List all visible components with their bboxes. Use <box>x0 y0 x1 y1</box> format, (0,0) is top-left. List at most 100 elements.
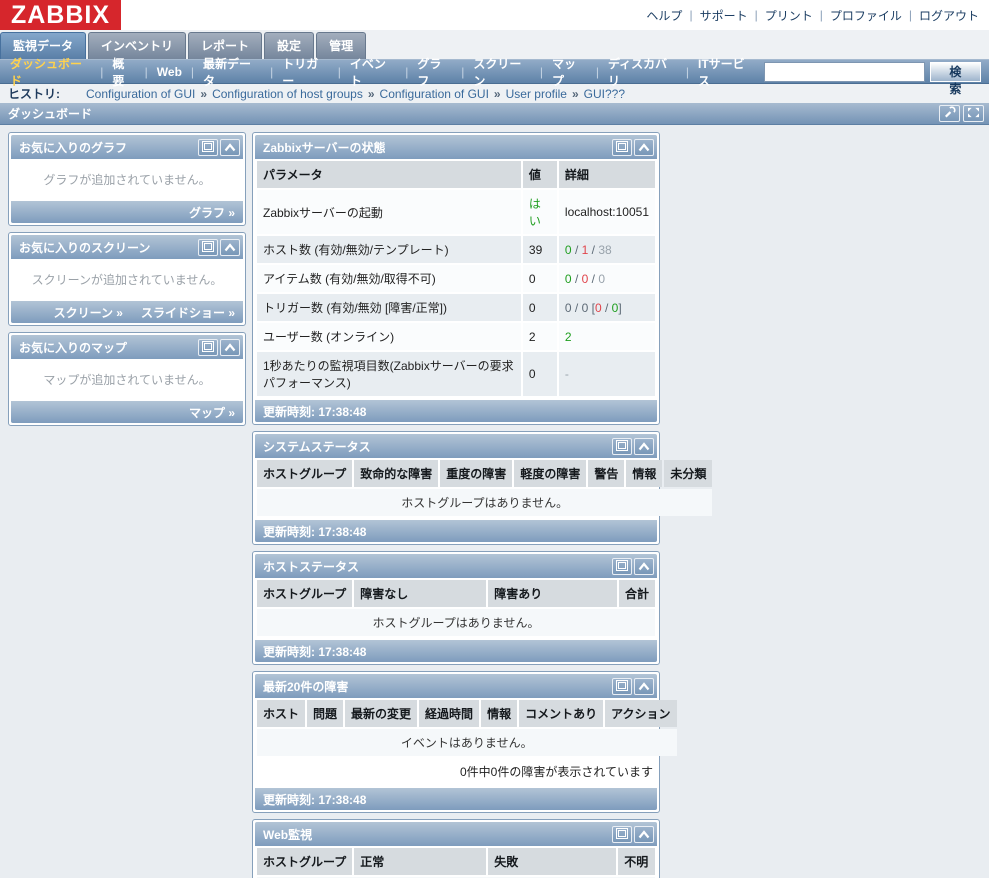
widget-collapse-button[interactable] <box>634 826 654 843</box>
breadcrumb-item[interactable]: Configuration of GUI <box>380 87 489 101</box>
nav-dashboard[interactable]: ダッシュボード <box>8 55 100 89</box>
table-row: イベントはありません。 <box>257 729 677 756</box>
page-title: ダッシュボード <box>8 105 936 122</box>
widget-footer: 更新時刻: 17:38:48 <box>255 520 657 542</box>
search-input[interactable] <box>764 62 925 82</box>
link-print[interactable]: プリント <box>765 7 813 24</box>
fullscreen-button[interactable] <box>963 105 984 122</box>
empty-message: ホストグループはありません。 <box>257 489 712 516</box>
widget-last-issues: 最新20件の障害 ホスト 問題 最新の変更 経過時間 情報 コメントあり <box>252 671 660 813</box>
nav-overview[interactable]: 概要 <box>103 55 144 89</box>
table-row: ホストグループはありません。 <box>257 489 712 516</box>
widget-collapse-button[interactable] <box>220 239 240 256</box>
empty-message: マップが追加されていません。 <box>11 359 243 399</box>
chevron-up-icon <box>638 439 650 454</box>
web-monitoring-table: ホストグループ 正常 失敗 不明 Webシナリオが設定されていません。 <box>255 846 657 878</box>
widget-collapse-button[interactable] <box>220 139 240 156</box>
breadcrumb-item[interactable]: User profile <box>506 87 567 101</box>
top-bar: ZABBIX ヘルプ | サポート | プリント | プロファイル | ログアウ… <box>0 0 989 30</box>
widget-title: お気に入りのグラフ <box>19 139 196 156</box>
zabbix-dashboard-page: ZABBIX ヘルプ | サポート | プリント | プロファイル | ログアウ… <box>0 0 989 878</box>
link-profile[interactable]: プロファイル <box>830 7 902 24</box>
column-header: 経過時間 <box>419 700 479 727</box>
screens-link[interactable]: スクリーン » <box>54 304 123 321</box>
nav-discovery[interactable]: ディスカバリ <box>599 55 686 89</box>
empty-message: スクリーンが追加されていません。 <box>11 259 243 299</box>
widget-menu-button[interactable] <box>612 438 632 455</box>
host-status-table: ホストグループ 障害なし 障害あり 合計 ホストグループはありません。 <box>255 578 657 638</box>
widget-collapse-button[interactable] <box>634 678 654 695</box>
widget-menu-button[interactable] <box>198 139 218 156</box>
page-title-bar: ダッシュボード <box>0 103 989 125</box>
zabbix-logo[interactable]: ZABBIX <box>0 0 121 30</box>
graphs-link[interactable]: グラフ » <box>189 204 235 221</box>
widget-menu-button[interactable] <box>612 139 632 156</box>
slideshows-link[interactable]: スライドショー » <box>141 304 235 321</box>
widget-collapse-button[interactable] <box>634 558 654 575</box>
widget-collapse-button[interactable] <box>220 339 240 356</box>
table-row: ホスト数 (有効/無効/テンプレート) 39 0 / 1 / 38 <box>257 236 655 263</box>
chevron-up-icon <box>638 679 650 694</box>
table-row: ユーザー数 (オンライン) 2 2 <box>257 323 655 350</box>
column-header: 軽度の障害 <box>514 460 586 487</box>
link-support[interactable]: サポート <box>700 7 748 24</box>
breadcrumb-item[interactable]: Configuration of GUI <box>86 87 195 101</box>
window-icon <box>616 140 628 155</box>
chevron-up-icon <box>224 240 236 255</box>
last-issues-table: ホスト 問題 最新の変更 経過時間 情報 コメントあり アクション イベントはあ… <box>255 698 679 758</box>
widget-title: Web監視 <box>263 826 610 843</box>
widget-title: お気に入りのマップ <box>19 339 196 356</box>
column-header: 値 <box>523 161 557 188</box>
nav-latest-data[interactable]: 最新データ <box>194 55 270 89</box>
parameter-cell: アイテム数 (有効/無効/取得不可) <box>257 265 521 292</box>
details-cell: 2 <box>559 323 655 350</box>
nav-web[interactable]: Web <box>148 65 191 79</box>
nav-graphs[interactable]: グラフ <box>408 55 461 89</box>
window-icon <box>202 240 214 255</box>
column-header: パラメータ <box>257 161 521 188</box>
widget-menu-button[interactable] <box>612 558 632 575</box>
window-icon <box>202 140 214 155</box>
breadcrumb-item[interactable]: Configuration of host groups <box>212 87 363 101</box>
updated-time: 更新時刻: 17:38:48 <box>263 643 366 660</box>
widget-collapse-button[interactable] <box>634 139 654 156</box>
search-button[interactable]: 検索 <box>930 62 981 82</box>
column-header: ホストグループ <box>257 460 352 487</box>
nav-it-services[interactable]: ITサービス <box>689 55 764 89</box>
widget-footer: 更新時刻: 17:38:48 <box>255 788 657 810</box>
column-header: コメントあり <box>519 700 603 727</box>
nav-triggers[interactable]: トリガー <box>273 55 337 89</box>
widget-system-status: システムステータス ホストグループ 致命的な障害 重度の障害 軽度の障害 警告 … <box>252 431 660 545</box>
widget-favourite-graphs: お気に入りのグラフ グラフが追加されていません。 グラフ » <box>8 132 246 226</box>
widget-collapse-button[interactable] <box>634 438 654 455</box>
widget-header: Zabbixサーバーの状態 <box>255 135 657 159</box>
maps-link[interactable]: マップ » <box>189 404 235 421</box>
widget-menu-button[interactable] <box>198 239 218 256</box>
column-header: 障害なし <box>354 580 486 607</box>
breadcrumb-item[interactable]: GUI??? <box>584 87 625 101</box>
widget-footer: 更新時刻: 17:38:48 <box>255 640 657 662</box>
widget-header: Web監視 <box>255 822 657 846</box>
updated-time: 更新時刻: 17:38:48 <box>263 791 366 808</box>
dashboard-config-button[interactable] <box>939 105 960 122</box>
nav-screens[interactable]: スクリーン <box>464 55 539 89</box>
widget-menu-button[interactable] <box>612 826 632 843</box>
widget-header: システムステータス <box>255 434 657 458</box>
updated-time: 更新時刻: 17:38:48 <box>263 403 366 420</box>
system-status-table: ホストグループ 致命的な障害 重度の障害 軽度の障害 警告 情報 未分類 ホスト… <box>255 458 714 518</box>
updated-time: 更新時刻: 17:38:48 <box>263 523 366 540</box>
breadcrumb: ヒストリ: Configuration of GUI » Configurati… <box>0 84 989 103</box>
details-cell: 0 / 1 / 38 <box>559 236 655 263</box>
window-icon <box>202 340 214 355</box>
top-links: ヘルプ | サポート | プリント | プロファイル | ログアウト <box>646 7 989 24</box>
widget-title: お気に入りのスクリーン <box>19 239 196 256</box>
nav-events[interactable]: イベント <box>341 55 405 89</box>
link-help[interactable]: ヘルプ <box>646 7 682 24</box>
link-logout[interactable]: ログアウト <box>919 7 979 24</box>
details-cell: localhost:10051 <box>559 190 655 234</box>
widget-header: ホストステータス <box>255 554 657 578</box>
nav-maps[interactable]: マップ <box>543 55 596 89</box>
sub-navigation: ダッシュボード | 概要 | Web | 最新データ | トリガー | イベント… <box>0 59 989 84</box>
widget-menu-button[interactable] <box>198 339 218 356</box>
widget-menu-button[interactable] <box>612 678 632 695</box>
